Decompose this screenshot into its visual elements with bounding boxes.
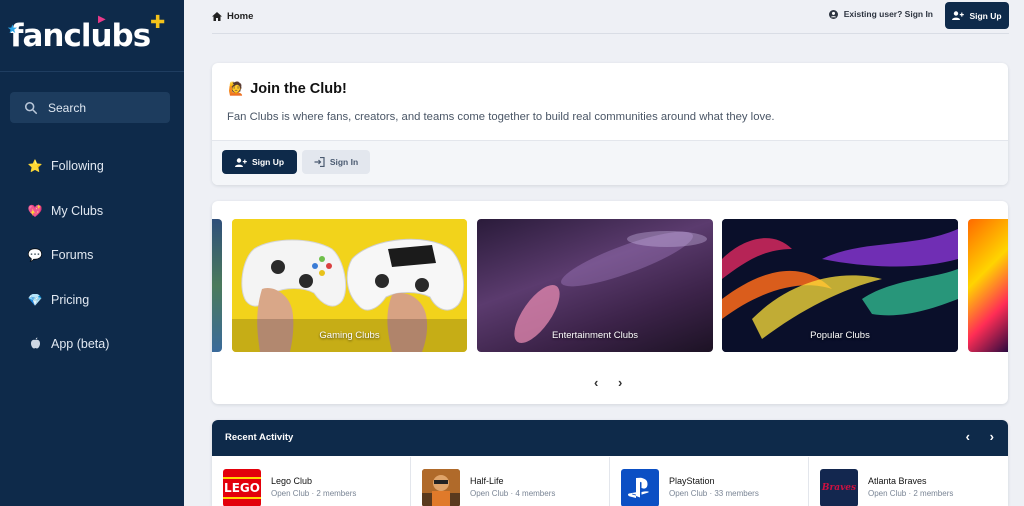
braves-logo: Braves: [820, 469, 858, 506]
recent-activity-panel: Recent Activity ‹ › LEGO Lego Club Open …: [212, 420, 1008, 506]
half-life-image: [422, 469, 460, 506]
lego-logo: LEGO: [223, 469, 261, 506]
slide-label: Popular Clubs: [810, 330, 870, 341]
join-description: Fan Clubs is where fans, creators, and t…: [227, 111, 775, 123]
sidebar-nav: ⭐ Following 💖 My Clubs 💬 Forums 💎 Pricin…: [0, 144, 184, 367]
club-name: Half-Life: [470, 476, 504, 486]
home-link[interactable]: Home: [212, 11, 253, 22]
existing-user-label: Existing user? Sign In: [843, 9, 933, 19]
club-item-half-life[interactable]: Half-Life Open Club · 4 members: [411, 457, 610, 506]
logo-plus-icon: ✚: [150, 11, 165, 33]
sidebar-item-forums[interactable]: 💬 Forums: [0, 233, 184, 278]
slide-label: Entertainment Clubs: [551, 330, 639, 341]
club-item-playstation[interactable]: PlayStation Open Club · 33 members: [610, 457, 809, 506]
logo-triangle-icon: ▶: [98, 13, 106, 25]
carousel-slide-partial[interactable]: [968, 219, 1008, 352]
half-life-logo: [422, 469, 460, 506]
search-label: Search: [48, 100, 87, 115]
braves-logo-text: Braves: [821, 483, 857, 493]
sign-in-icon: [314, 157, 325, 167]
logo[interactable]: ★ fanclubs ▶ ✚: [0, 0, 184, 72]
club-name: Atlanta Braves: [868, 476, 927, 486]
recent-activity-header: Recent Activity ‹ ›: [212, 420, 1008, 456]
club-item-atlanta-braves[interactable]: Braves Atlanta Braves Open Club · 2 memb…: [809, 457, 1008, 506]
top-signup-label: Sign Up: [969, 10, 1002, 21]
sidebar-item-label: Following: [51, 159, 104, 174]
club-meta: Open Club · 2 members: [271, 489, 357, 498]
existing-user-signin-link[interactable]: Existing user? Sign In: [828, 9, 933, 19]
home-label: Home: [227, 11, 254, 22]
signin-button[interactable]: Sign In: [302, 150, 370, 174]
club-meta: Open Club · 33 members: [669, 489, 759, 498]
carousel-slide-gaming[interactable]: Gaming Clubs: [232, 219, 467, 352]
sidebar-item-label: App (beta): [51, 337, 110, 352]
sidebar: ★ fanclubs ▶ ✚ Search ⭐ Following 💖 My C…: [0, 0, 184, 506]
club-name: PlayStation: [669, 476, 715, 486]
user-plus-icon: [234, 157, 247, 167]
heart-icon: 💖: [27, 203, 43, 218]
search-icon: [24, 101, 38, 114]
carousel-next-button[interactable]: ›: [618, 375, 622, 390]
sidebar-item-following[interactable]: ⭐ Following: [0, 144, 184, 189]
activity-prev-button[interactable]: ‹: [966, 429, 970, 444]
logo-text: ★ fanclubs ▶ ✚: [7, 12, 165, 54]
sidebar-item-label: My Clubs: [51, 203, 104, 218]
club-item-lego[interactable]: LEGO Lego Club Open Club · 2 members: [212, 457, 411, 506]
logo-wordmark: fanclubs: [10, 17, 151, 54]
playstation-logo: [621, 469, 659, 506]
user-circle-icon: [828, 9, 838, 19]
club-meta: Open Club · 2 members: [868, 489, 954, 498]
join-card: 🙋 Join the Club! Fan Clubs is where fans…: [212, 63, 1008, 185]
raising-hand-icon: 🙋: [228, 81, 245, 96]
sidebar-item-app-beta[interactable]: App (beta): [0, 322, 184, 367]
user-plus-icon: [952, 11, 965, 20]
carousel-prev-button[interactable]: ‹: [594, 375, 598, 390]
sidebar-item-label: Pricing: [51, 292, 90, 307]
join-actions: Sign Up Sign In: [212, 141, 1008, 185]
signup-label: Sign Up: [251, 157, 285, 167]
club-name: Lego Club: [271, 476, 313, 486]
home-icon: [212, 12, 222, 21]
carousel-slide-popular[interactable]: Popular Clubs: [722, 219, 958, 352]
playstation-icon: [627, 477, 649, 498]
activity-next-button[interactable]: ›: [990, 429, 994, 444]
signin-label: Sign In: [329, 157, 359, 167]
carousel-slide-entertainment[interactable]: Entertainment Clubs: [477, 219, 713, 352]
carousel-slide-partial[interactable]: [212, 219, 222, 352]
top-signup-button[interactable]: Sign Up: [945, 2, 1009, 29]
logo-star-icon: ★: [7, 21, 18, 36]
diamond-icon: 💎: [27, 292, 43, 307]
club-list: LEGO Lego Club Open Club · 2 members Hal…: [212, 457, 1008, 506]
apple-icon: [27, 337, 43, 352]
sidebar-item-pricing[interactable]: 💎 Pricing: [0, 278, 184, 323]
club-meta: Open Club · 4 members: [470, 489, 556, 498]
join-title-text: Join the Club!: [250, 81, 347, 97]
category-carousel: Gaming Clubs Entertainment Clubs Popular…: [212, 201, 1008, 404]
top-bar: Home Existing user? Sign In Sign Up: [212, 0, 1009, 34]
search-button[interactable]: Search: [10, 92, 170, 123]
sidebar-item-my-clubs[interactable]: 💖 My Clubs: [0, 189, 184, 234]
sidebar-item-label: Forums: [51, 248, 94, 263]
signup-button[interactable]: Sign Up: [222, 150, 297, 174]
star-icon: ⭐: [27, 159, 43, 174]
lego-logo-text: LEGO: [223, 477, 261, 499]
speech-bubble-icon: 💬: [27, 248, 43, 263]
join-title: 🙋 Join the Club!: [228, 81, 347, 97]
slide-label: Gaming Clubs: [319, 330, 380, 341]
recent-activity-title: Recent Activity: [225, 432, 294, 443]
